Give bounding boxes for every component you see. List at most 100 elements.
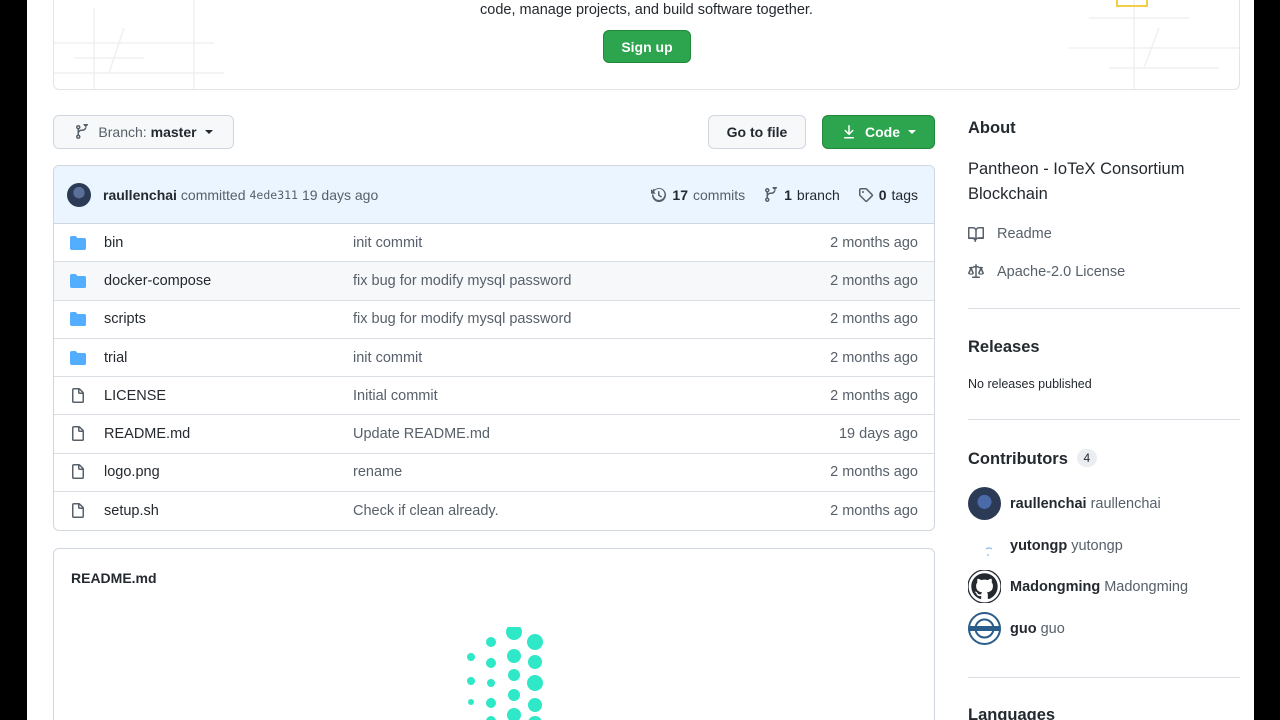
- file-row-bin[interactable]: bin init commit 2 months ago: [54, 224, 934, 263]
- file-icon: [70, 387, 88, 404]
- releases-heading[interactable]: Releases: [968, 338, 1040, 357]
- commit-sha-link[interactable]: 4ede311: [250, 188, 298, 202]
- commits-count: 17: [672, 186, 688, 203]
- file-age: 2 months ago: [830, 503, 918, 520]
- commit-message-link[interactable]: fix bug for modify mysql password: [353, 311, 830, 327]
- about-heading: About: [968, 119, 1016, 137]
- commit-message-link[interactable]: Update README.md: [353, 426, 839, 442]
- languages-heading: Languages: [968, 706, 1056, 720]
- commit-time: 19 days ago: [301, 186, 379, 203]
- file-name-link[interactable]: trial: [104, 350, 353, 366]
- sign-up-button[interactable]: Sign up: [603, 30, 691, 63]
- file-icon: [70, 426, 88, 442]
- tags-link[interactable]: 0 tags: [858, 187, 918, 203]
- file-age: 2 months ago: [830, 387, 918, 404]
- contributor-name: Madongming: [1010, 578, 1101, 595]
- github-repo-page: code, manage projects, and build softwar…: [27, 0, 1254, 720]
- file-icon: [70, 464, 88, 480]
- file-row-logo[interactable]: logo.png rename 2 months ago: [54, 454, 934, 493]
- branch-stat-label: branch: [796, 186, 840, 203]
- divider: [968, 419, 1240, 420]
- file-age: 2 months ago: [830, 349, 918, 366]
- code-button[interactable]: Code: [822, 115, 935, 149]
- branch-select-button[interactable]: Branch: master: [53, 115, 234, 149]
- file-listing: raullenchai committed 4ede311 19 days ag…: [53, 165, 935, 531]
- repo-sidebar: About Pantheon - IoTeX Consortium Blockc…: [967, 0, 1240, 720]
- divider: [968, 677, 1240, 678]
- file-name-link[interactable]: bin: [104, 235, 353, 251]
- folder-icon: [70, 350, 88, 366]
- github-icon: [967, 569, 1002, 604]
- file-icon: [70, 503, 88, 519]
- commit-message-link[interactable]: rename: [353, 464, 830, 480]
- file-row-docker-compose[interactable]: docker-compose fix bug for modify mysql …: [54, 262, 934, 301]
- commit-message-link[interactable]: init commit: [353, 235, 830, 251]
- branch-icon: [765, 186, 778, 202]
- code-button-label: Code: [865, 124, 900, 140]
- file-row-scripts[interactable]: scripts fix bug for modify mysql passwor…: [54, 301, 934, 339]
- branch-icon: [76, 124, 89, 139]
- folder-icon: [70, 311, 88, 327]
- contributors-heading-label: Contributors: [968, 450, 1068, 468]
- iotex-logo: [467, 627, 543, 720]
- contributor-item[interactable]: Madongming Madongming: [967, 569, 1189, 604]
- contributor-login: guo: [1040, 620, 1065, 637]
- commits-label: commits: [693, 186, 746, 203]
- file-name-link[interactable]: logo.png: [104, 464, 353, 480]
- about-description: Pantheon - IoTeX Consortium Blockchain: [968, 160, 1185, 203]
- contributor-item[interactable]: guo guo: [968, 612, 1065, 645]
- commit-message-link[interactable]: Initial commit: [353, 388, 830, 404]
- contributor-name: yutongp: [1010, 537, 1068, 554]
- divider: [968, 308, 1240, 309]
- book-icon: [968, 226, 984, 242]
- folder-icon: [70, 273, 88, 289]
- contributor-login: yutongp: [1071, 537, 1123, 554]
- file-age: 2 months ago: [830, 464, 918, 481]
- branch-label: Branch:: [98, 124, 147, 140]
- commit-author-link[interactable]: raullenchai: [103, 187, 177, 203]
- license-link[interactable]: Apache-2.0 License: [968, 264, 1125, 280]
- branch-value: master: [150, 124, 197, 140]
- law-icon: [968, 264, 984, 278]
- tags-count: 0: [878, 186, 887, 203]
- avatar: [968, 487, 1001, 520]
- file-name-link[interactable]: docker-compose: [104, 273, 353, 289]
- repo-stats: 17 commits 1 branch 0 tags: [651, 186, 918, 203]
- readme-link[interactable]: Readme: [968, 226, 1052, 242]
- tags-label: tags: [891, 186, 918, 203]
- contributors-count-badge: 4: [1076, 449, 1098, 467]
- commits-link[interactable]: 17 commits: [651, 187, 745, 203]
- license-link-label: Apache-2.0 License: [997, 264, 1126, 280]
- file-name-link[interactable]: scripts: [104, 311, 353, 327]
- contributor-login: raullenchai: [1090, 495, 1161, 512]
- branches-link[interactable]: 1 branch: [763, 186, 840, 203]
- file-age: 2 months ago: [830, 311, 918, 328]
- file-row-license[interactable]: LICENSE Initial commit 2 months ago: [54, 377, 934, 416]
- branch-count: 1: [784, 186, 792, 203]
- contributor-item[interactable]: raullenchai raullenchai: [968, 487, 1161, 520]
- file-row-setup[interactable]: setup.sh Check if clean already. 2 month…: [54, 492, 934, 530]
- avatar: [968, 612, 1001, 645]
- commit-verb: committed: [180, 186, 246, 203]
- file-age: 2 months ago: [830, 272, 918, 289]
- contributor-login: Madongming: [1104, 578, 1189, 595]
- releases-note: No releases published: [968, 377, 1092, 391]
- readme-link-label: Readme: [997, 226, 1052, 242]
- contributor-item[interactable]: yutongp yutongp: [968, 529, 1123, 562]
- commit-message-link[interactable]: Check if clean already.: [353, 503, 830, 519]
- commit-message-link[interactable]: init commit: [353, 350, 830, 366]
- chevron-down-icon: [204, 130, 213, 134]
- commit-message-link[interactable]: fix bug for modify mysql password: [353, 273, 830, 289]
- file-name-link[interactable]: LICENSE: [104, 388, 353, 404]
- contributor-name: guo: [1010, 620, 1037, 637]
- contributors-heading[interactable]: Contributors 4: [968, 449, 1098, 469]
- readme-title: README.md: [71, 570, 157, 586]
- file-name-link[interactable]: setup.sh: [104, 503, 353, 519]
- file-name-link[interactable]: README.md: [104, 426, 353, 442]
- go-to-file-button[interactable]: Go to file: [708, 115, 806, 149]
- file-row-readme[interactable]: README.md Update README.md 19 days ago: [54, 415, 934, 454]
- file-row-trial[interactable]: trial init commit 2 months ago: [54, 339, 934, 378]
- download-icon: [844, 125, 854, 139]
- avatar[interactable]: [67, 182, 91, 207]
- readme-panel: README.md: [53, 548, 935, 720]
